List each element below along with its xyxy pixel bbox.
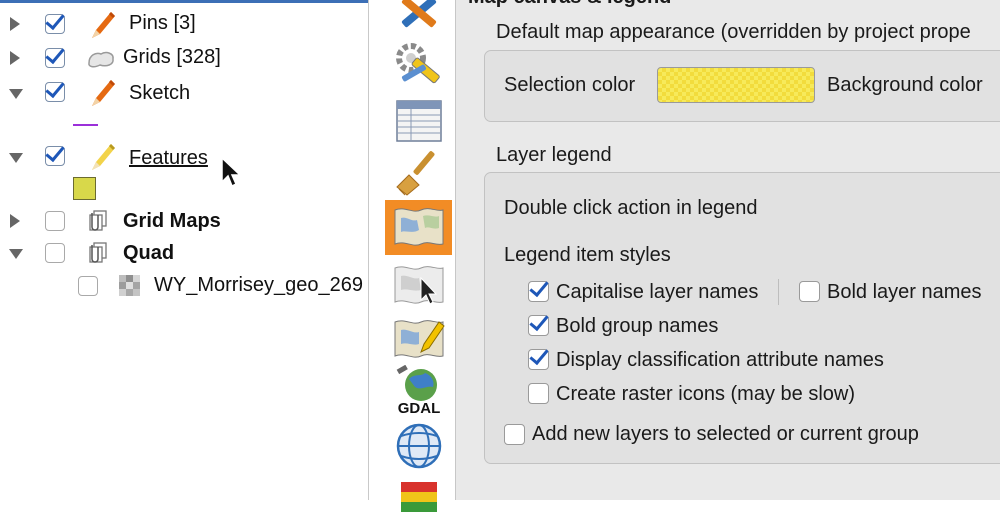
map-tools-icon[interactable] [391,260,447,312]
data-sources-icon[interactable] [391,95,447,147]
layer-checkbox-grids[interactable] [45,48,65,68]
bold-layer-names-label[interactable]: Bold layer names [827,281,982,304]
selection-color-label: Selection color [504,74,636,96]
layer-checkbox-grid-maps[interactable] [45,211,65,231]
layer-checkbox-sketch[interactable] [45,82,65,102]
system-settings-icon[interactable] [391,40,447,92]
display-classification-checkbox[interactable] [528,349,549,370]
bold-group-names-label[interactable]: Bold group names [556,315,718,338]
canvas-legend-category[interactable] [385,200,452,255]
option-separator [778,279,779,305]
mouse-cursor-icon [221,156,242,188]
layer-label-grid-maps[interactable]: Grid Maps [123,210,221,233]
bold-layer-names-checkbox[interactable] [799,281,820,302]
group-icon [89,210,107,231]
bold-group-names-checkbox[interactable] [528,315,549,336]
capitalise-layer-names-label[interactable]: Capitalise layer names [556,281,758,304]
layer-label-grids[interactable]: Grids [328] [123,46,221,69]
raster-icon [119,275,140,296]
create-raster-icons-label[interactable]: Create raster icons (may be slow) [556,383,855,406]
sketch-line-symbol [73,124,98,126]
add-layers-to-group-checkbox[interactable] [504,424,525,445]
feature-fill-symbol [73,177,96,200]
layer-label-pins[interactable]: Pins [3] [129,12,196,35]
layer-checkbox-pins[interactable] [45,14,65,34]
layer-label-raster[interactable]: WY_Morrisey_geo_269 [154,274,363,297]
expand-arrow-icon[interactable] [10,214,20,228]
section-title: Map canvas & legend [468,0,671,9]
layer-legend-title: Layer legend [496,144,612,166]
options-category-list: GDAL [368,0,456,512]
expand-arrow-icon[interactable] [10,17,20,31]
display-classification-label[interactable]: Display classification attribute names [556,349,884,372]
digitizing-icon[interactable] [391,312,447,364]
general-settings-icon[interactable] [391,0,447,34]
layer-checkbox-quad[interactable] [45,243,65,263]
double-click-action-label: Double click action in legend [504,197,758,219]
create-raster-icons-checkbox[interactable] [528,383,549,404]
layer-checkbox-features[interactable] [45,146,65,166]
selection-color-button[interactable] [657,67,815,103]
svg-text:GDAL: GDAL [398,400,441,417]
add-layers-to-group-label[interactable]: Add new layers to selected or current gr… [532,423,919,446]
collapse-arrow-icon[interactable] [9,89,23,99]
pencil-icon [92,80,115,106]
legend-item-styles-label: Legend item styles [504,244,671,266]
layer-checkbox-raster[interactable] [78,276,98,296]
map-appearance-group: Selection color Background color [484,50,1000,122]
rendering-icon[interactable] [391,147,447,199]
locale-icon[interactable] [391,478,447,530]
gdal-icon[interactable]: GDAL [391,365,447,417]
group-icon [89,242,107,263]
expand-arrow-icon[interactable] [10,51,20,65]
crs-icon[interactable] [391,420,447,472]
layer-label-features[interactable]: Features [129,147,208,170]
polygon-icon [88,51,114,68]
canvas-legend-icon [394,208,444,246]
tree-top-border [0,0,368,3]
settings-panel: Map canvas & legend Default map appearan… [455,0,1000,500]
layer-label-quad[interactable]: Quad [123,242,174,265]
map-appearance-title: Default map appearance (overridden by pr… [496,21,971,43]
layer-legend-group: Double click action in legend Legend ite… [484,172,1000,464]
capitalise-layer-names-checkbox[interactable] [528,281,549,302]
pencil-icon [92,12,115,38]
layer-label-sketch[interactable]: Sketch [129,82,190,105]
layer-tree-panel: Pins [3] Grids [328] Sketch Features Gri… [0,0,368,500]
pencil-icon [92,144,115,170]
collapse-arrow-icon[interactable] [9,153,23,163]
background-color-label: Background color [827,74,983,96]
collapse-arrow-icon[interactable] [9,249,23,259]
